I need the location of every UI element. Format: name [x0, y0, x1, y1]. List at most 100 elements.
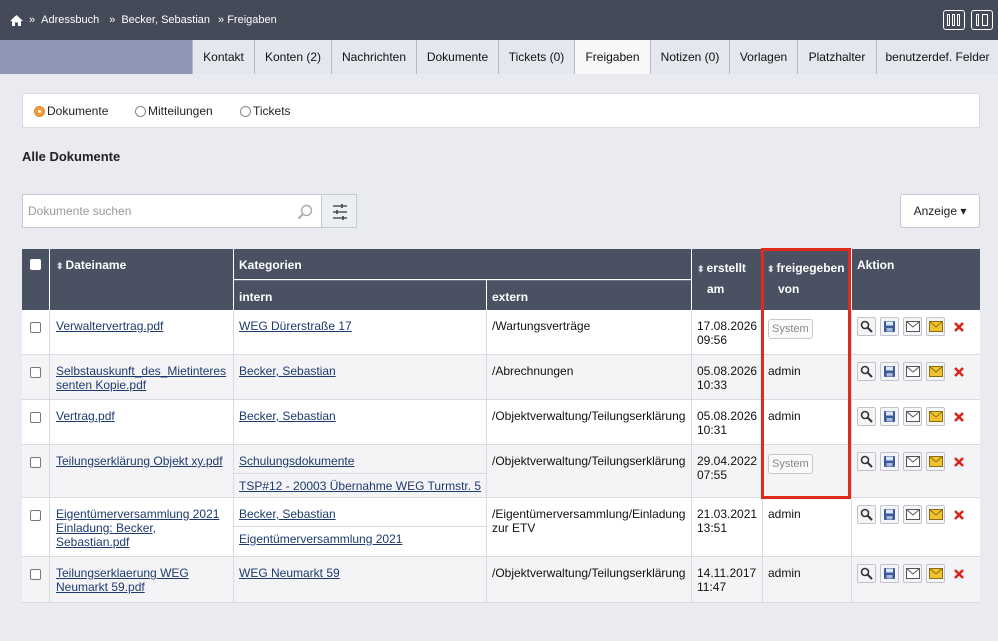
red-x-icon[interactable] — [949, 407, 968, 426]
radio-tickets[interactable]: Tickets — [240, 104, 291, 118]
header-dateiname[interactable]: ⬍ Dateiname — [50, 249, 233, 310]
row-shared-by: admin — [768, 507, 801, 521]
intern-link[interactable]: Becker, Sebastian — [239, 364, 336, 378]
envelope-yellow-icon[interactable] — [926, 564, 945, 583]
magnifier-icon[interactable] — [857, 452, 876, 471]
intern-link[interactable]: WEG Dürerstraße 17 — [239, 319, 352, 333]
row-intern: Eigentümerversammlung 2021 — [239, 532, 402, 546]
file-link[interactable]: Verwaltervertrag.pdf — [56, 319, 163, 333]
file-link-line: Eigentümerversammlung 2021 — [56, 507, 220, 521]
envelope-icon[interactable] — [903, 362, 922, 381]
floppy-disk-icon[interactable] — [880, 564, 899, 583]
envelope-yellow-icon[interactable] — [926, 505, 945, 524]
intern-link[interactable]: TSP#12 - 20003 Übernahme WEG Turmstr. 5 — [239, 479, 481, 493]
envelope-yellow-icon[interactable] — [926, 452, 945, 471]
created-time: 10:33 — [697, 378, 728, 392]
magnifier-icon[interactable] — [857, 407, 876, 426]
radio-tickets-icon[interactable] — [240, 105, 251, 117]
intern-link[interactable]: Schulungsdokumente — [239, 454, 354, 468]
tab-dokumente[interactable]: Dokumente — [416, 40, 498, 74]
sort-icon: ⬍ — [56, 261, 64, 271]
anzeige-dropdown[interactable]: Anzeige ▾ — [900, 194, 980, 228]
row-intern: TSP#12 - 20003 Übernahme WEG Turmstr. 5 — [239, 479, 481, 493]
columns-view-icon[interactable] — [943, 10, 965, 30]
magnifier-icon[interactable] — [857, 362, 876, 381]
magnifier-icon[interactable] — [857, 505, 876, 524]
envelope-icon[interactable] — [903, 564, 922, 583]
row-intern: Becker, Sebastian — [239, 507, 336, 521]
tab-platzhalter[interactable]: Platzhalter — [797, 40, 876, 74]
row-checkbox[interactable] — [30, 322, 41, 333]
file-link[interactable]: Eigentümerversammlung 2021 Einladung: Bec… — [56, 507, 219, 549]
list-view-icon[interactable] — [971, 10, 993, 30]
red-x-icon[interactable] — [949, 362, 968, 381]
intern-link[interactable]: Becker, Sebastian — [239, 507, 336, 521]
filter-sliders-icon[interactable] — [321, 194, 357, 228]
tab-benutzerdef-felder[interactable]: benutzerdef. Felder — [876, 40, 998, 74]
tab-konten[interactable]: Konten (2) — [254, 40, 331, 74]
file-link[interactable]: Selbstauskunft_des_Mietinteres senten Kop… — [56, 364, 226, 392]
magnifier-icon[interactable] — [857, 317, 876, 336]
row-checkbox[interactable] — [30, 412, 41, 423]
floppy-disk-icon[interactable] — [880, 452, 899, 471]
radio-dokumente-selected-icon[interactable] — [34, 105, 45, 117]
red-x-icon[interactable] — [949, 505, 968, 524]
header-checkbox-cell — [22, 249, 49, 310]
intern-link[interactable]: WEG Neumarkt 59 — [239, 566, 340, 580]
created-time: 07:55 — [697, 468, 728, 482]
intern-link[interactable]: Eigentümerversammlung 2021 — [239, 532, 402, 546]
home-icon[interactable] — [10, 14, 23, 26]
breadcrumb-contact[interactable]: Becker, Sebastian — [121, 14, 210, 26]
tab-notizen[interactable]: Notizen (0) — [650, 40, 729, 74]
tab-tickets[interactable]: Tickets (0) — [498, 40, 574, 74]
row-checkbox[interactable] — [30, 457, 41, 468]
column-divider — [851, 310, 852, 603]
file-link[interactable]: Teilungserklaerung WEG Neumarkt 59.pdf — [56, 566, 189, 594]
radio-dokumente[interactable]: Dokumente — [34, 104, 108, 118]
envelope-icon[interactable] — [903, 505, 922, 524]
select-all-checkbox[interactable] — [30, 259, 41, 270]
header-kategorien: Kategorien — [234, 249, 691, 279]
created-time: 10:31 — [697, 423, 728, 437]
row-checkbox[interactable] — [30, 367, 41, 378]
envelope-icon[interactable] — [903, 452, 922, 471]
tab-vorlagen[interactable]: Vorlagen — [729, 40, 797, 74]
radio-mitteilungen[interactable]: Mitteilungen — [135, 104, 213, 118]
red-x-icon[interactable] — [949, 452, 968, 471]
envelope-icon[interactable] — [903, 317, 922, 336]
file-link[interactable]: Teilungserklärung Objekt xy.pdf — [56, 454, 223, 468]
floppy-disk-icon[interactable] — [880, 505, 899, 524]
row-checkbox[interactable] — [30, 569, 41, 580]
file-link-line: Sebastian.pdf — [56, 535, 130, 549]
sub-row-divider — [234, 473, 486, 474]
column-divider — [49, 310, 50, 603]
radio-mitteilungen-icon[interactable] — [135, 105, 146, 117]
tab-kontakt[interactable]: Kontakt — [192, 40, 254, 74]
header-erstellt-label: erstellt — [706, 261, 746, 275]
header-erstellt[interactable]: ⬍ erstellt am — [692, 249, 762, 310]
file-link[interactable]: Vertrag.pdf — [56, 409, 115, 423]
row-filename: Verwaltervertrag.pdf — [56, 319, 231, 333]
file-link-line: Selbstauskunft_des_Mietinteres — [56, 364, 227, 378]
envelope-icon[interactable] — [903, 407, 922, 426]
red-x-icon[interactable] — [949, 317, 968, 336]
top-bar: » Adressbuch » Becker, Sebastian » Freig… — [0, 0, 998, 40]
file-link-line: Einladung: Becker, — [56, 521, 157, 535]
floppy-disk-icon[interactable] — [880, 362, 899, 381]
floppy-disk-icon[interactable] — [880, 407, 899, 426]
row-checkbox[interactable] — [30, 510, 41, 521]
envelope-yellow-icon[interactable] — [926, 317, 945, 336]
envelope-yellow-icon[interactable] — [926, 362, 945, 381]
floppy-disk-icon[interactable] — [880, 317, 899, 336]
breadcrumb-separator: » — [109, 14, 116, 26]
tab-freigaben[interactable]: Freigaben — [574, 40, 650, 74]
header-extern-label: extern — [492, 290, 529, 304]
envelope-yellow-icon[interactable] — [926, 407, 945, 426]
intern-link[interactable]: Becker, Sebastian — [239, 409, 336, 423]
tab-nachrichten[interactable]: Nachrichten — [331, 40, 416, 74]
magnifier-icon[interactable] — [857, 564, 876, 583]
search-icon[interactable] — [297, 204, 313, 220]
red-x-icon[interactable] — [949, 564, 968, 583]
breadcrumb-adressbuch[interactable]: Adressbuch — [41, 14, 99, 26]
search-input[interactable] — [23, 195, 283, 227]
